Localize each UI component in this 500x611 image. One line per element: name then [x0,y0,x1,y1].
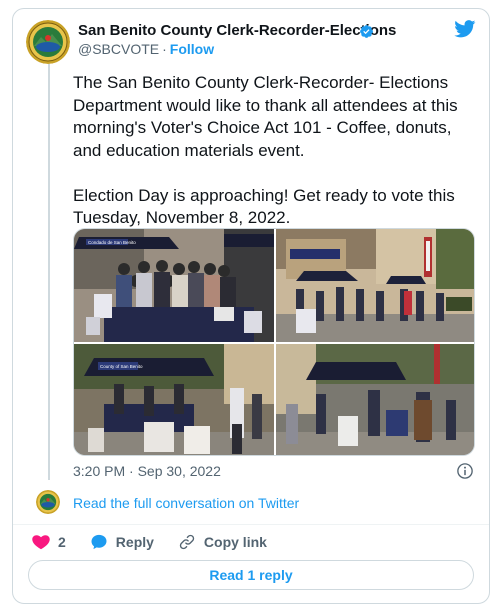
link-icon [179,534,195,550]
copy-link-label: Copy link [203,534,267,550]
thread-line [48,62,50,480]
heart-icon [32,535,50,550]
booth-banner-text-2: County of San Benito [100,364,143,369]
photo-booth-crowd[interactable]: County of San Benito [74,344,274,455]
photo-grid: Condado de San Benito County of San Beni… [73,228,475,456]
reply-label: Reply [115,534,154,550]
photo-group-at-booth[interactable]: Condado de San Benito [74,229,274,342]
county-seal-icon [26,20,70,64]
follow-link[interactable]: Follow [170,41,214,57]
separator-dot: · [162,41,167,57]
action-bar: 2 Reply Copy link [32,532,267,552]
author-avatar[interactable] [26,20,70,64]
twitter-bird-icon[interactable] [454,20,476,38]
reply-button[interactable]: Reply [90,533,178,551]
author-handle[interactable]: @SBCVOTE [78,41,159,57]
photo-attendees-talking[interactable] [276,344,474,455]
like-button[interactable]: 2 [32,533,90,551]
booth-banner-text: Condado de San Benito [88,240,136,245]
tweet-text: The San Benito County Clerk-Recorder- El… [73,73,458,227]
small-author-avatar[interactable] [36,490,60,514]
copy-link-button[interactable]: Copy link [178,533,267,551]
reply-bubble-icon [91,534,107,550]
verified-badge-icon [360,25,373,38]
divider [13,524,489,525]
read-conversation-link[interactable]: Read the full conversation on Twitter [73,495,299,511]
read-reply-button[interactable]: Read 1 reply [28,560,474,590]
like-count: 2 [58,534,66,550]
county-seal-icon [36,490,60,514]
photo-canopy-street[interactable] [276,229,474,342]
handle-row: @SBCVOTE · Follow [78,41,214,57]
author-name[interactable]: San Benito County Clerk-Recorder-Electio… [78,22,396,39]
tweet-timestamp[interactable]: 3:20 PM · Sep 30, 2022 [73,463,221,479]
info-icon[interactable] [456,462,474,480]
